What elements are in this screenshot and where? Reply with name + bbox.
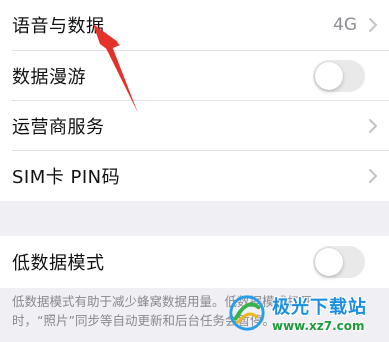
data-roaming-toggle[interactable] <box>313 60 365 92</box>
voice-and-data-row[interactable]: 语音与数据 4G <box>0 0 389 50</box>
low-data-mode-row: 低数据模式 <box>0 237 389 287</box>
low-data-mode-label: 低数据模式 <box>12 253 105 274</box>
data-roaming-row: 数据漫游 <box>0 51 389 101</box>
low-data-mode-toggle[interactable] <box>313 246 365 278</box>
chevron-right-icon <box>369 18 377 32</box>
voice-and-data-value: 4G <box>333 15 357 35</box>
watermark-name: 极光下载站 <box>272 297 367 318</box>
cellular-settings-group: 语音与数据 4G 数据漫游 运营商服务 SIM卡 PIN码 <box>0 0 389 201</box>
chevron-right-icon <box>369 119 377 133</box>
watermark-url: www.xz7.com <box>272 319 365 333</box>
low-data-group: 低数据模式 <box>0 236 389 288</box>
chevron-right-icon <box>369 169 377 183</box>
aurora-logo-icon <box>229 295 265 331</box>
sim-pin-label: SIM卡 PIN码 <box>12 167 121 188</box>
sim-pin-row[interactable]: SIM卡 PIN码 <box>0 151 389 201</box>
carrier-services-row[interactable]: 运营商服务 <box>0 101 389 151</box>
carrier-services-label: 运营商服务 <box>12 117 105 138</box>
voice-and-data-label: 语音与数据 <box>12 16 105 37</box>
toggle-knob <box>315 62 343 90</box>
toggle-knob <box>315 248 343 276</box>
data-roaming-label: 数据漫游 <box>12 67 86 88</box>
site-watermark: 极光下载站 www.xz7.com <box>228 286 384 340</box>
